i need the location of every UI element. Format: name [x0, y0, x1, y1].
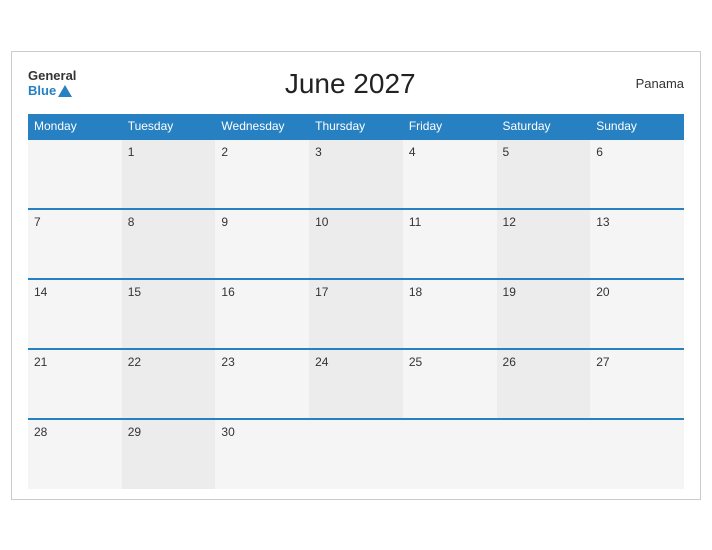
calendar-cell: 27 [590, 349, 684, 419]
calendar-cell [497, 419, 591, 489]
logo: General Blue [28, 69, 76, 98]
calendar-cell: 6 [590, 139, 684, 209]
calendar-cell: 13 [590, 209, 684, 279]
calendar-header: General Blue June 2027 Panama [28, 68, 684, 100]
calendar-cell: 24 [309, 349, 403, 419]
calendar-cell: 9 [215, 209, 309, 279]
calendar-grid: MondayTuesdayWednesdayThursdayFridaySatu… [28, 114, 684, 489]
calendar-cell: 28 [28, 419, 122, 489]
weekday-sunday: Sunday [590, 114, 684, 139]
day-number: 20 [596, 285, 609, 299]
day-number: 8 [128, 215, 135, 229]
calendar-cell [28, 139, 122, 209]
day-number: 18 [409, 285, 422, 299]
week-row-2: 14 15 16 17 18 19 20 [28, 279, 684, 349]
day-number: 15 [128, 285, 141, 299]
day-number: 24 [315, 355, 328, 369]
calendar-cell: 1 [122, 139, 216, 209]
day-number: 25 [409, 355, 422, 369]
day-number: 1 [128, 145, 135, 159]
day-number: 30 [221, 425, 234, 439]
day-number: 27 [596, 355, 609, 369]
calendar-cell: 4 [403, 139, 497, 209]
day-number: 17 [315, 285, 328, 299]
day-number: 14 [34, 285, 47, 299]
week-row-1: 7 8 9 10 11 12 13 [28, 209, 684, 279]
day-number: 26 [503, 355, 516, 369]
calendar-cell [590, 419, 684, 489]
calendar-cell: 14 [28, 279, 122, 349]
calendar-cell [309, 419, 403, 489]
day-number: 28 [34, 425, 47, 439]
day-number: 23 [221, 355, 234, 369]
calendar-cell [403, 419, 497, 489]
calendar-cell: 12 [497, 209, 591, 279]
day-number: 22 [128, 355, 141, 369]
calendar-cell: 17 [309, 279, 403, 349]
calendar-cell: 16 [215, 279, 309, 349]
day-number: 19 [503, 285, 516, 299]
logo-triangle-icon [58, 85, 72, 97]
calendar-cell: 3 [309, 139, 403, 209]
calendar-cell: 30 [215, 419, 309, 489]
day-number: 9 [221, 215, 228, 229]
calendar-cell: 21 [28, 349, 122, 419]
weekday-tuesday: Tuesday [122, 114, 216, 139]
logo-blue-text: Blue [28, 84, 72, 98]
weekday-thursday: Thursday [309, 114, 403, 139]
logo-general-text: General [28, 69, 76, 83]
calendar-country: Panama [624, 76, 684, 91]
day-number: 5 [503, 145, 510, 159]
week-row-0: 1 2 3 4 5 6 [28, 139, 684, 209]
day-number: 4 [409, 145, 416, 159]
day-number: 16 [221, 285, 234, 299]
day-number: 13 [596, 215, 609, 229]
weekday-monday: Monday [28, 114, 122, 139]
calendar-cell: 23 [215, 349, 309, 419]
day-number: 2 [221, 145, 228, 159]
weekday-friday: Friday [403, 114, 497, 139]
day-number: 3 [315, 145, 322, 159]
calendar-title: June 2027 [76, 68, 624, 100]
calendar-cell: 7 [28, 209, 122, 279]
calendar-cell: 22 [122, 349, 216, 419]
calendar-cell: 19 [497, 279, 591, 349]
calendar-cell: 8 [122, 209, 216, 279]
day-number: 29 [128, 425, 141, 439]
day-number: 6 [596, 145, 603, 159]
calendar-cell: 18 [403, 279, 497, 349]
calendar-cell: 15 [122, 279, 216, 349]
week-row-4: 28 29 30 [28, 419, 684, 489]
calendar-cell: 26 [497, 349, 591, 419]
day-number: 12 [503, 215, 516, 229]
day-number: 10 [315, 215, 328, 229]
calendar-cell: 25 [403, 349, 497, 419]
day-number: 7 [34, 215, 41, 229]
day-number: 21 [34, 355, 47, 369]
week-row-3: 21 22 23 24 25 26 27 [28, 349, 684, 419]
calendar-cell: 2 [215, 139, 309, 209]
weekday-header-row: MondayTuesdayWednesdayThursdayFridaySatu… [28, 114, 684, 139]
weekday-saturday: Saturday [497, 114, 591, 139]
calendar-cell: 11 [403, 209, 497, 279]
calendar-cell: 10 [309, 209, 403, 279]
calendar-cell: 29 [122, 419, 216, 489]
day-number: 11 [409, 215, 421, 229]
calendar-cell: 20 [590, 279, 684, 349]
weekday-wednesday: Wednesday [215, 114, 309, 139]
calendar-cell: 5 [497, 139, 591, 209]
calendar: General Blue June 2027 Panama MondayTues… [11, 51, 701, 500]
